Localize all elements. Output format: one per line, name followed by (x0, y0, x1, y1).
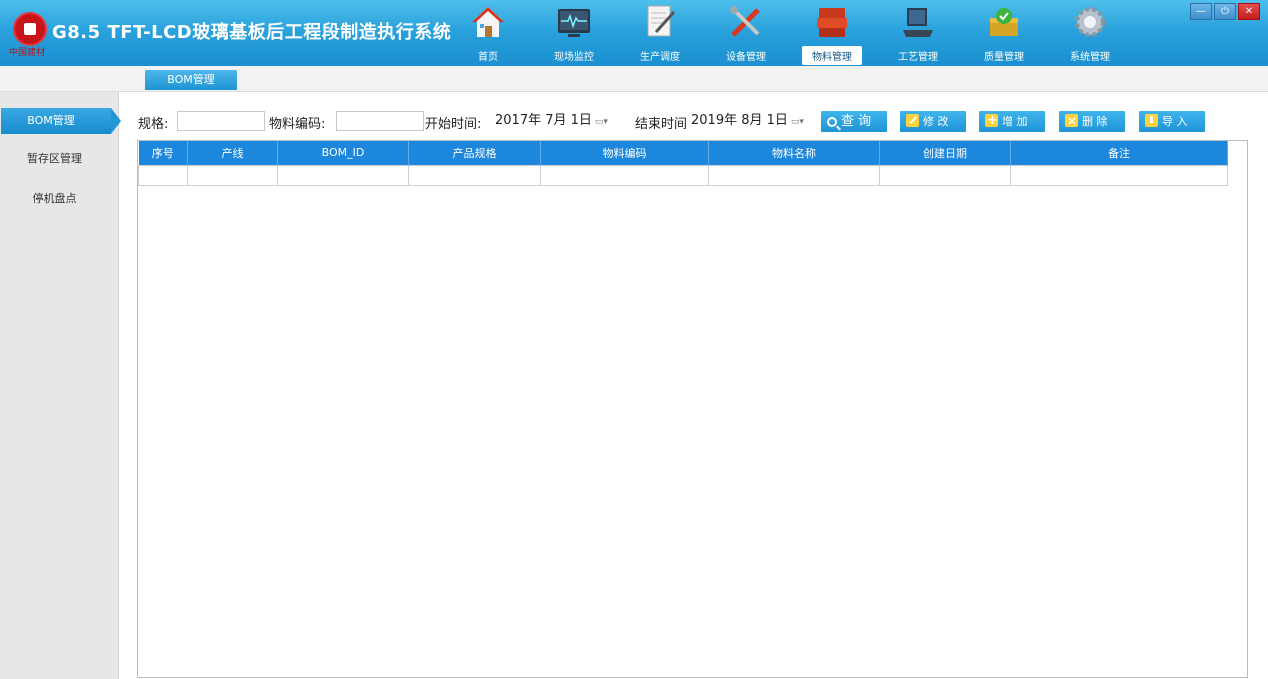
nav-label: 系统管理 (1070, 52, 1110, 63)
table-cell[interactable] (138, 164, 188, 186)
minimize-button[interactable]: — (1190, 3, 1212, 20)
edit-icon (906, 114, 919, 127)
spec-input[interactable] (177, 111, 265, 131)
nav-item-equipment[interactable]: 设备管理 (706, 0, 786, 66)
sidebar-item-staging[interactable]: 暂存区管理 (0, 146, 119, 172)
spec-label: 规格: (138, 117, 169, 132)
sidebar-item-bom[interactable]: BOM管理 (1, 108, 121, 134)
nav-item-home[interactable]: 首页 (448, 0, 528, 66)
search-icon (827, 117, 837, 127)
nav-label: 生产调度 (640, 52, 680, 63)
column-header-material-name[interactable]: 物料名称 (708, 141, 880, 165)
schedule-icon (647, 5, 676, 37)
nav-label: 质量管理 (984, 52, 1024, 63)
end-date-picker[interactable]: 2019年 8月 1日 ▭▾ (688, 111, 814, 131)
query-label: 查 询 (841, 114, 872, 129)
add-icon (985, 110, 998, 131)
end-date-value: 2019年 8月 1日 (691, 113, 788, 128)
table-row[interactable] (138, 164, 1228, 186)
close-button[interactable]: ✕ (1238, 3, 1260, 20)
table-cell[interactable] (277, 164, 409, 186)
table-cell[interactable] (1010, 164, 1228, 186)
company-logo-icon (13, 12, 47, 46)
import-icon (1145, 114, 1158, 127)
column-header-index[interactable]: 序号 (138, 141, 188, 165)
add-label: 增 加 (1002, 115, 1028, 128)
column-header-created-date[interactable]: 创建日期 (879, 141, 1011, 165)
column-header-product-spec[interactable]: 产品规格 (408, 141, 541, 165)
nav-item-process[interactable]: 工艺管理 (878, 0, 958, 66)
calendar-dropdown-icon: ▭▾ (790, 117, 804, 127)
table-cell[interactable] (540, 164, 709, 186)
column-header-bom-id[interactable]: BOM_ID (277, 141, 409, 165)
query-button[interactable]: 查 询 (821, 111, 887, 132)
quality-icon (990, 8, 1018, 36)
bom-data-grid: 序号 产线 BOM_ID 产品规格 物料编码 物料名称 创建日期 备注 (137, 140, 1248, 678)
add-button[interactable]: 增 加 (979, 110, 1045, 132)
nav-label: 工艺管理 (898, 52, 938, 63)
bom-table: 序号 产线 BOM_ID 产品规格 物料编码 物料名称 创建日期 备注 (138, 141, 1228, 186)
column-header-line[interactable]: 产线 (187, 141, 278, 165)
delete-icon (1065, 111, 1078, 132)
power-button[interactable]: ⏻ (1214, 3, 1236, 20)
nav-item-materials[interactable]: 物料管理 (792, 0, 872, 66)
home-icon (472, 7, 504, 37)
calendar-dropdown-icon: ▭▾ (594, 117, 608, 127)
start-time-label: 开始时间: (425, 117, 482, 132)
sub-tab-bar: BOM管理 (0, 66, 1268, 92)
tab-bom-management[interactable]: BOM管理 (145, 70, 237, 90)
laptop-icon (903, 8, 933, 37)
nav-label: 设备管理 (726, 52, 766, 63)
delete-label: 删 除 (1082, 115, 1108, 128)
window-controls: — ⏻ ✕ (1190, 3, 1260, 20)
nav-item-schedule[interactable]: 生产调度 (620, 0, 700, 66)
start-date-value: 2017年 7月 1日 (495, 113, 592, 128)
table-cell[interactable] (708, 164, 880, 186)
material-code-input[interactable] (336, 111, 424, 131)
nav-item-monitor[interactable]: 现场监控 (534, 0, 614, 66)
table-cell[interactable] (187, 164, 278, 186)
tools-icon (730, 6, 760, 37)
nav-label: 物料管理 (802, 46, 862, 65)
table-cell[interactable] (879, 164, 1011, 186)
app-title: G8.5 TFT-LCD玻璃基板后工程段制造执行系统 (52, 22, 452, 43)
start-date-picker[interactable]: 2017年 7月 1日 ▭▾ (492, 111, 620, 131)
column-header-material-code[interactable]: 物料编码 (540, 141, 709, 165)
table-cell[interactable] (408, 164, 541, 186)
sidebar-item-shutdown-inventory[interactable]: 停机盘点 (0, 186, 119, 212)
nav-label: 现场监控 (554, 52, 594, 63)
edit-label: 修 改 (923, 115, 949, 128)
monitor-icon (558, 9, 590, 37)
edit-button[interactable]: 修 改 (900, 111, 966, 132)
nav-label: 首页 (478, 52, 498, 63)
company-logo-text: 中国建材 (9, 48, 46, 58)
app-header: 中国建材 G8.5 TFT-LCD玻璃基板后工程段制造执行系统 首页 现场监控 (0, 0, 1268, 66)
materials-icon (817, 8, 847, 37)
gear-icon (1075, 7, 1105, 37)
import-label: 导 入 (1162, 115, 1188, 128)
nav-item-system[interactable]: 系统管理 (1050, 0, 1130, 66)
material-code-label: 物料编码: (269, 117, 326, 132)
table-header-row: 序号 产线 BOM_ID 产品规格 物料编码 物料名称 创建日期 备注 (138, 141, 1228, 165)
end-time-label: 结束时间: (635, 117, 692, 132)
delete-button[interactable]: 删 除 (1059, 111, 1125, 132)
import-button[interactable]: 导 入 (1139, 111, 1205, 132)
sidebar: BOM管理 暂存区管理 停机盘点 (0, 92, 121, 679)
nav-item-quality[interactable]: 质量管理 (964, 0, 1044, 66)
column-header-remarks[interactable]: 备注 (1010, 141, 1228, 165)
